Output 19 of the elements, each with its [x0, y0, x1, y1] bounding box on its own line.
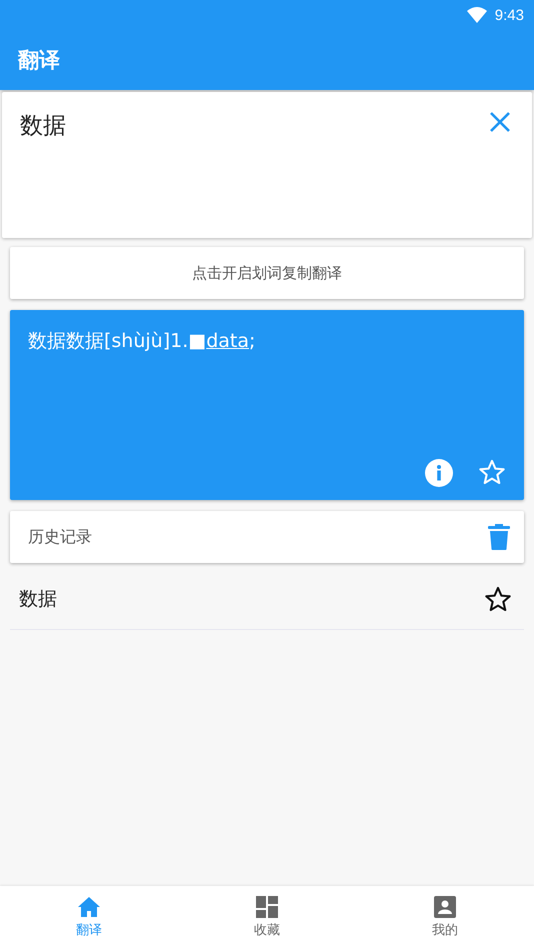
dashboard-icon	[256, 896, 278, 918]
copy-translate-button[interactable]: 点击开启划词复制翻译	[10, 247, 524, 299]
app-title: 翻译	[18, 47, 60, 74]
nav-tab[interactable]: 我的	[356, 886, 534, 949]
input-field[interactable]: 数据	[2, 92, 532, 238]
wifi-icon	[466, 7, 487, 23]
result-text: 数据数据[shùjù]1.■data;	[28, 329, 256, 354]
home-icon	[77, 896, 101, 918]
trash-button[interactable]	[488, 524, 510, 550]
status-time: 9:43	[494, 6, 524, 24]
nav-tab[interactable]: 翻译	[0, 886, 178, 949]
account-icon	[434, 896, 456, 918]
result-link[interactable]: data	[206, 330, 250, 352]
history-title: 历史记录	[28, 526, 92, 548]
nav-tab[interactable]: 收藏	[178, 886, 356, 949]
close-button[interactable]	[488, 110, 512, 134]
history-word[interactable]: 数据	[19, 586, 57, 612]
info-button[interactable]	[424, 458, 454, 488]
star-button[interactable]	[484, 585, 512, 613]
